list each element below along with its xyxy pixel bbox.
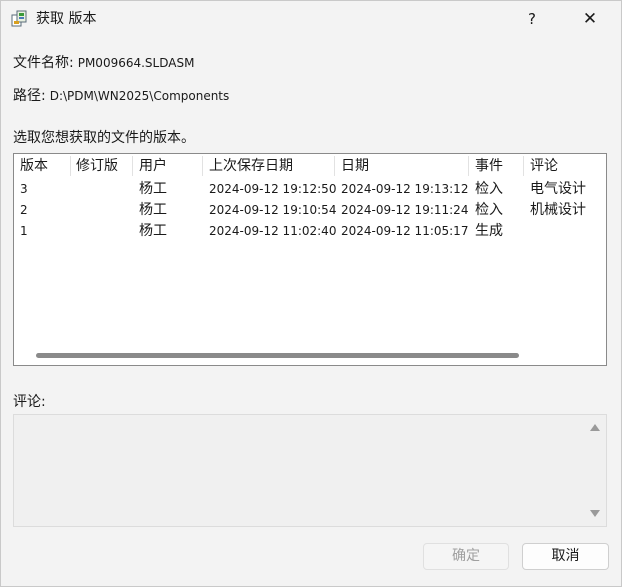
file-name-value: PM009664.SLDASM (77, 56, 195, 70)
cell-user: 杨工 (139, 202, 167, 218)
help-button[interactable]: ? (509, 4, 555, 34)
column-header-last-saved[interactable]: 上次保存日期 (203, 154, 335, 178)
cell-event: 检入 (475, 202, 503, 218)
path-row: 路径: D:\PDM\WN2025\Components (13, 86, 229, 106)
cell-revision (70, 179, 76, 200)
column-header-user[interactable]: 用户 (133, 154, 203, 178)
cell-date: 2024-09-12 11:05:17 (341, 224, 469, 238)
column-header-revision[interactable]: 修订版 (70, 154, 132, 178)
cell-last-saved: 2024-09-12 19:12:50 (209, 182, 337, 196)
cell-event: 检入 (475, 181, 503, 197)
close-button[interactable]: ✕ (567, 4, 613, 34)
window-title: 获取 版本 (36, 11, 97, 27)
cell-date: 2024-09-12 19:11:24 (341, 203, 469, 217)
get-version-dialog: 获取 版本 ? ✕ 文件名称: PM009664.SLDASM 路径: D:\PDM… (0, 0, 622, 587)
cancel-button[interactable]: 取消 (522, 543, 609, 570)
column-header-version[interactable]: 版本 (14, 154, 70, 178)
path-value: D:\PDM\WN2025\Components (49, 89, 230, 103)
cell-date: 2024-09-12 19:13:12 (341, 182, 469, 196)
file-name-label: 文件名称: (13, 55, 74, 71)
comment-label: 评论: (13, 394, 46, 410)
scroll-down-arrow-icon[interactable] (590, 510, 600, 517)
cell-revision (70, 200, 76, 221)
title-bar: 获取 版本 ? ✕ (1, 1, 621, 37)
version-list[interactable]: 版本 修订版 用户 上次保存日期 日期 事件 评论 3 杨工 2024-09-1… (13, 153, 607, 366)
instruction-text: 选取您想获取的文件的版本。 (13, 130, 195, 146)
cell-user: 杨工 (139, 181, 167, 197)
table-row[interactable]: 1 杨工 2024-09-12 11:02:40 2024-09-12 11:0… (14, 221, 606, 242)
comment-textarea[interactable] (13, 414, 607, 527)
cell-user: 杨工 (139, 223, 167, 239)
column-header-comment[interactable]: 评论 (524, 154, 606, 178)
cell-version: 1 (20, 224, 28, 238)
list-header: 版本 修订版 用户 上次保存日期 日期 事件 评论 (14, 154, 606, 178)
cell-last-saved: 2024-09-12 11:02:40 (209, 224, 337, 238)
cell-last-saved: 2024-09-12 19:10:54 (209, 203, 337, 217)
cell-revision (70, 221, 76, 242)
table-row[interactable]: 2 杨工 2024-09-12 19:10:54 2024-09-12 19:1… (14, 200, 606, 221)
cell-comment: 电气设计 (530, 181, 586, 197)
cell-event: 生成 (475, 223, 503, 239)
scroll-up-arrow-icon[interactable] (590, 424, 600, 431)
cell-comment (524, 221, 530, 242)
horizontal-scrollbar[interactable] (36, 353, 519, 358)
column-header-event[interactable]: 事件 (469, 154, 523, 178)
cell-version: 2 (20, 203, 28, 217)
path-label: 路径: (13, 88, 46, 104)
ok-button[interactable]: 确定 (423, 543, 509, 570)
pdm-app-icon (11, 10, 27, 27)
table-row[interactable]: 3 杨工 2024-09-12 19:12:50 2024-09-12 19:1… (14, 179, 606, 200)
file-name-row: 文件名称: PM009664.SLDASM (13, 53, 194, 73)
cell-version: 3 (20, 182, 28, 196)
cell-comment: 机械设计 (530, 202, 586, 218)
column-header-date[interactable]: 日期 (335, 154, 469, 178)
